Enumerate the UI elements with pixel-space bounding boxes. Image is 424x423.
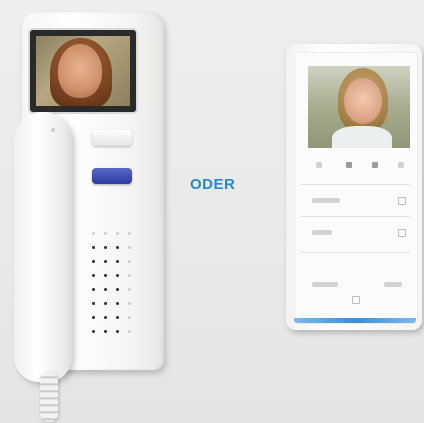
monitor-control-icon	[346, 162, 352, 168]
monitor-control-icon	[398, 162, 404, 168]
monitor-accent-strip	[294, 318, 416, 323]
speaker-hole	[104, 246, 107, 249]
handset-door-button	[92, 168, 132, 184]
speaker-hole	[92, 288, 95, 291]
speaker-hole	[116, 302, 119, 305]
speaker-hole	[104, 288, 107, 291]
monitor-text-line	[384, 282, 402, 287]
speaker-hole	[92, 302, 95, 305]
speaker-hole	[104, 330, 107, 333]
handset-speaker-grille	[88, 228, 144, 344]
or-label: ODER	[190, 176, 236, 193]
speaker-hole	[116, 288, 119, 291]
monitor-video-screen	[308, 66, 410, 148]
speaker-hole	[92, 232, 95, 235]
speaker-hole	[128, 330, 131, 333]
handset-video-screen	[36, 36, 130, 106]
speaker-hole	[128, 246, 131, 249]
product-comparison-scene: ODER	[0, 0, 424, 423]
speaker-hole	[116, 274, 119, 277]
monitor-divider	[300, 216, 410, 217]
speaker-hole	[104, 302, 107, 305]
speaker-hole	[104, 274, 107, 277]
visitor-shirt	[332, 126, 392, 148]
speaker-hole	[92, 316, 95, 319]
monitor-row-icon	[398, 229, 406, 237]
speaker-hole	[92, 330, 95, 333]
handset-indicator-light	[51, 128, 55, 132]
visitor-face	[58, 44, 102, 98]
monitor-control-icon	[372, 162, 378, 168]
speaker-hole	[116, 260, 119, 263]
speaker-hole	[116, 232, 119, 235]
speaker-hole	[116, 330, 119, 333]
speaker-hole	[92, 260, 95, 263]
speaker-hole	[128, 274, 131, 277]
monitor-control-icons	[308, 158, 410, 172]
monitor-row-icon	[398, 197, 406, 205]
speaker-hole	[128, 232, 131, 235]
intercom-handset	[14, 112, 72, 382]
speaker-hole	[128, 288, 131, 291]
speaker-hole	[128, 316, 131, 319]
handset-light-button	[92, 130, 132, 146]
handset-coiled-cord	[40, 372, 58, 422]
visitor-face	[344, 78, 382, 124]
speaker-hole	[92, 274, 95, 277]
speaker-hole	[128, 260, 131, 263]
speaker-hole	[92, 246, 95, 249]
monitor-text-line	[312, 282, 338, 287]
speaker-hole	[104, 316, 107, 319]
monitor-divider	[300, 252, 410, 253]
speaker-hole	[104, 232, 107, 235]
monitor-text-line	[312, 230, 332, 235]
speaker-hole	[128, 302, 131, 305]
monitor-row-icon	[352, 296, 360, 304]
monitor-divider	[300, 184, 410, 185]
monitor-text-line	[312, 198, 340, 203]
monitor-control-icon	[316, 162, 322, 168]
speaker-hole	[116, 316, 119, 319]
speaker-hole	[104, 260, 107, 263]
speaker-hole	[116, 246, 119, 249]
